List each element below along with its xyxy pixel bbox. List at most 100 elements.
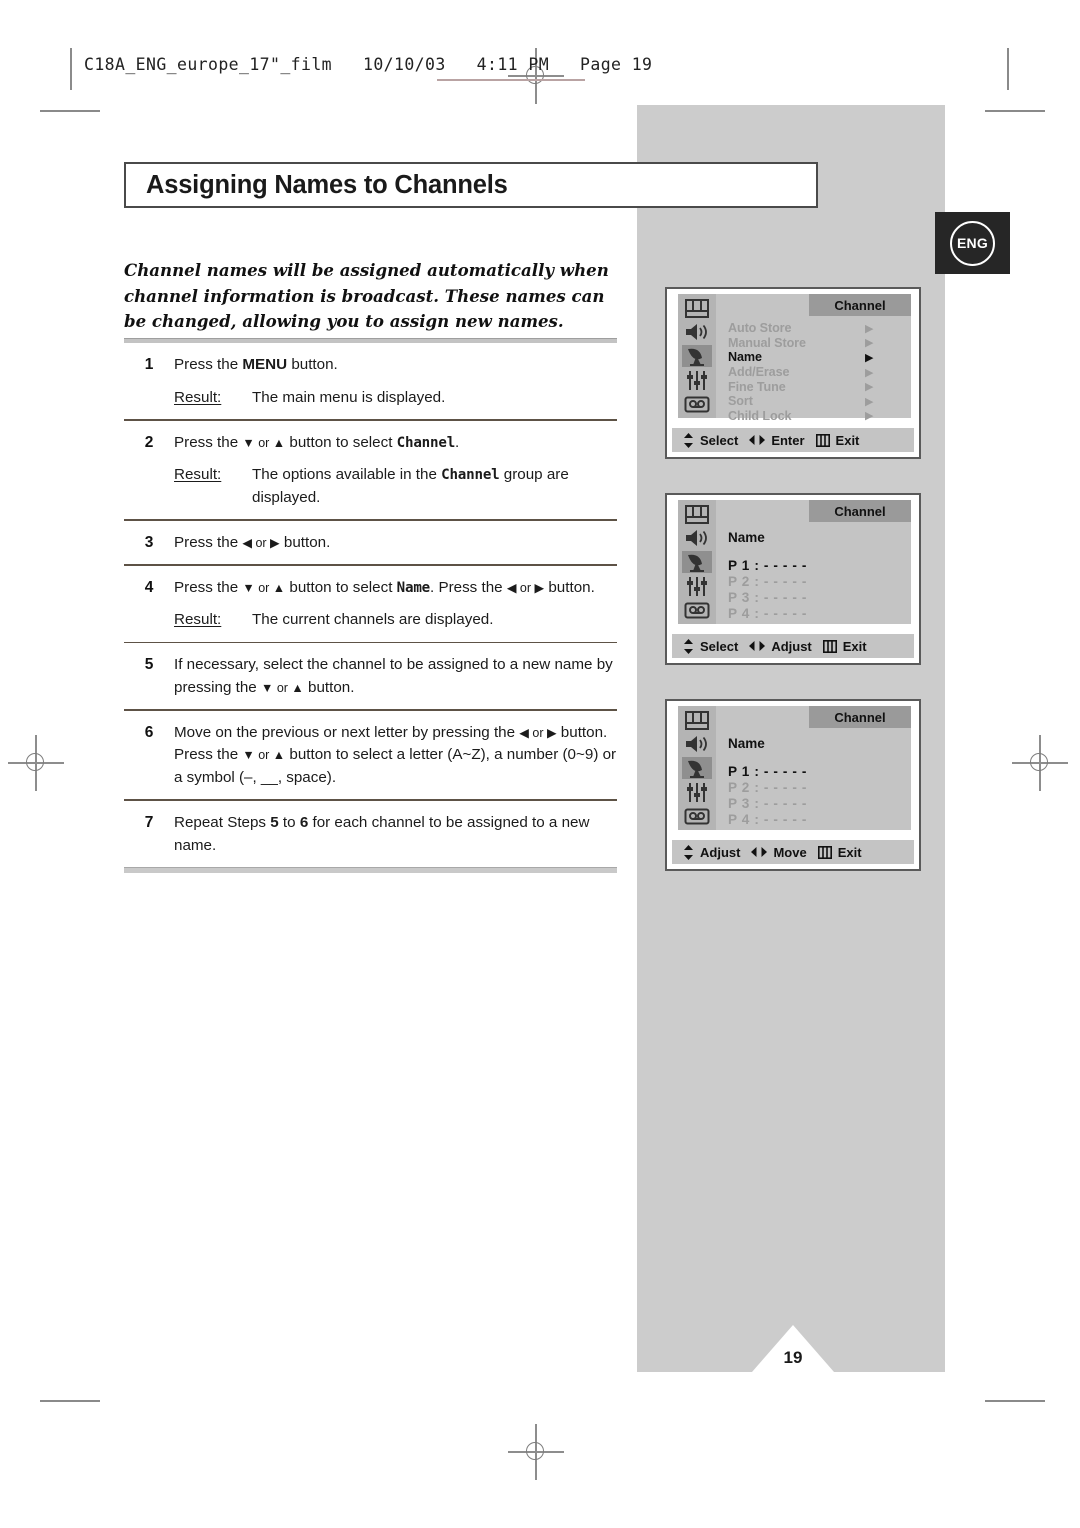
osd-channel-row[interactable]: P 2 : - - - - - [728, 780, 807, 796]
slug-underline [437, 79, 585, 81]
step-item: 4 Press the ▼ or ▲ button to select Name… [124, 566, 617, 642]
osd-menu-item-add-erase[interactable]: Add/Erase ▶ [728, 365, 905, 380]
channel-icon[interactable] [682, 757, 712, 779]
step-body: Move on the previous or next letter by p… [174, 722, 617, 790]
osd-menu-item-sort[interactable]: Sort ▶ [728, 394, 905, 409]
result-label: Result: [174, 388, 222, 406]
step-body: Press the ◀ or ▶ button. [174, 532, 617, 555]
step-item: 5 If necessary, select the channel to be… [124, 643, 617, 709]
osd-footer-item-move: Move [740, 845, 807, 860]
step-body: Press the ▼ or ▲ button to select Name. … [174, 577, 617, 632]
osd-tab-channel[interactable]: Channel [809, 706, 911, 728]
menu-bars-icon [815, 433, 830, 447]
result-text: The current channels are displayed. [252, 611, 494, 629]
osd-footer-label: Enter [771, 432, 805, 448]
leftright-arrow-icon: ◀ or ▶ [242, 535, 280, 550]
sound-icon[interactable] [682, 321, 712, 343]
osd-channel-row[interactable]: P 4 : - - - - - [728, 812, 807, 828]
chevron-right-icon: ▶ [865, 381, 874, 394]
osd-footer-label: Exit [837, 844, 862, 860]
step-text-post: button. [303, 678, 355, 696]
crop-mark-bottom-right-h [985, 1400, 1045, 1402]
updown-arrow-icon [683, 432, 694, 448]
feature-icon[interactable] [682, 369, 712, 391]
osd-footer: Adjust Move Exit [672, 840, 914, 864]
osd-channel-row[interactable]: P 1 : - - - - - [728, 558, 807, 574]
osd-menu-label: Sort [728, 394, 753, 409]
osd-tab-channel[interactable]: Channel [809, 500, 911, 522]
step-text-bold: MENU [242, 356, 288, 373]
step-body: Press the MENU button. Result: The main … [174, 354, 617, 409]
picture-icon[interactable] [682, 709, 712, 731]
step-text-post: . [455, 433, 460, 451]
step-number: 6 [144, 723, 154, 741]
osd-menu-item-fine-tune[interactable]: Fine Tune ▶ [728, 379, 905, 394]
step-text-mono: Name [396, 579, 431, 596]
step-body: Press the ▼ or ▲ button to select Channe… [174, 432, 617, 510]
vcr-icon[interactable] [682, 393, 712, 415]
updown-arrow-icon: ▼ or ▲ [260, 680, 304, 695]
step-text-mid: button to select [285, 578, 397, 596]
osd-screen: Channel Name P 1 : - - - - - P 2 : - - -… [672, 500, 914, 626]
menu-bars-icon [822, 639, 837, 653]
osd-channel-row[interactable]: P 3 : - - - - - [728, 590, 807, 606]
osd-menu-item-child-lock[interactable]: Child Lock ▶ [728, 409, 905, 424]
menu-bars-icon [817, 845, 832, 859]
step-text-pre: Press the [174, 533, 243, 551]
step-number: 3 [144, 533, 154, 551]
osd-icon-bar [678, 500, 716, 624]
osd-footer-item-adjust: Adjust [672, 844, 740, 860]
picture-icon[interactable] [682, 503, 712, 525]
step-text-post: button. [544, 578, 595, 596]
vcr-icon[interactable] [682, 599, 712, 621]
updown-arrow-icon: ▼ or ▲ [242, 580, 286, 595]
osd-footer-item-adjust: Adjust [738, 639, 812, 654]
step-text-pre: Repeat Steps [174, 814, 271, 832]
registration-mark-right [1012, 735, 1068, 791]
updown-arrow-icon [683, 638, 694, 654]
osd-menu-item-manual-store[interactable]: Manual Store ▶ [728, 336, 905, 351]
crop-mark-top-left-h [40, 110, 100, 112]
page-title-box: Assigning Names to Channels [124, 162, 818, 208]
intro-paragraph: Channel names will be assigned automatic… [124, 260, 609, 332]
updown-arrow-icon [683, 844, 694, 860]
channel-icon[interactable] [682, 551, 712, 573]
step-instruction: Press the MENU button. [174, 354, 617, 377]
sound-icon[interactable] [682, 527, 712, 549]
channel-icon[interactable] [682, 345, 712, 367]
step-text-pre: Press the [174, 578, 243, 596]
step-number: 2 [144, 433, 154, 451]
picture-icon[interactable] [682, 297, 712, 319]
steps-bottom-rule [124, 867, 617, 874]
result-label: Result: [174, 611, 222, 629]
osd-screenshot-3: Channel Name P 1 : - - - - - P 2 : - - -… [665, 699, 921, 871]
osd-channel-row[interactable]: P 1 : - - - - - [728, 764, 807, 780]
registration-mark-bottom [508, 1424, 564, 1480]
feature-icon[interactable] [682, 575, 712, 597]
crop-mark-top-right-h [985, 110, 1045, 112]
step-body: If necessary, select the channel to be a… [174, 654, 617, 699]
result-label: Result: [174, 466, 222, 484]
crop-mark-bottom-left-h [40, 1400, 100, 1402]
result-text-pre: The options available in the [252, 466, 442, 484]
step-instruction: Repeat Steps 5 to 6 for each channel to … [174, 812, 617, 857]
osd-menu-label: Add/Erase [728, 365, 790, 380]
step-text-post: button. [287, 356, 338, 373]
registration-mark-left [8, 735, 64, 791]
osd-screen: Channel Auto Store ▶ Manual Store ▶ Name ▶ … [672, 294, 914, 423]
osd-menu-item-auto-store[interactable]: Auto Store ▶ [728, 321, 905, 336]
step-item: 7 Repeat Steps 5 to 6 for each channel t… [124, 801, 617, 867]
osd-channel-row[interactable]: P 2 : - - - - - [728, 574, 807, 590]
osd-channel-row[interactable]: P 4 : - - - - - [728, 606, 807, 622]
updown-arrow-icon: ▼ or ▲ [242, 748, 286, 763]
osd-channel-row[interactable]: P 3 : - - - - - [728, 796, 807, 812]
osd-screenshot-2: Channel Name P 1 : - - - - - P 2 : - - -… [665, 493, 921, 665]
osd-content: Channel Auto Store ▶ Manual Store ▶ Name ▶ … [716, 294, 911, 423]
leftright-arrow-icon: ◀ or ▶ [519, 725, 557, 740]
osd-footer-label: Select [700, 638, 739, 654]
vcr-icon[interactable] [682, 805, 712, 827]
osd-menu-item-name[interactable]: Name ▶ [728, 350, 905, 365]
feature-icon[interactable] [682, 781, 712, 803]
osd-tab-channel[interactable]: Channel [809, 294, 911, 316]
sound-icon[interactable] [682, 733, 712, 755]
